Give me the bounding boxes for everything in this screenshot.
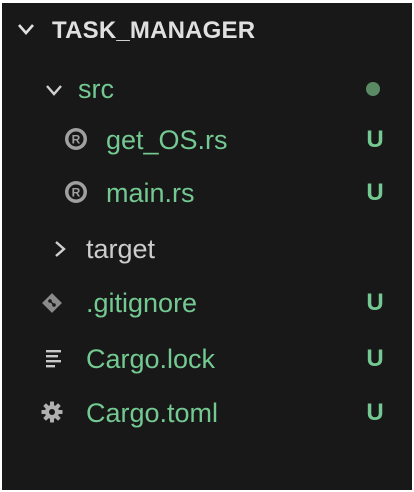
git-icon xyxy=(42,293,62,313)
project-title: TASK_MANAGER xyxy=(52,17,256,44)
gear-icon xyxy=(41,401,63,423)
untracked-badge: U xyxy=(366,126,384,153)
file-label: Cargo.lock xyxy=(86,343,216,374)
folder-target[interactable]: target xyxy=(2,222,412,276)
file-explorer: TASK_MANAGER src R get_OS.rs U R main.rs… xyxy=(2,3,412,490)
untracked-badge: U xyxy=(366,345,384,372)
rust-file-icon: R xyxy=(65,128,87,150)
file-label: main.rs xyxy=(106,177,195,208)
file-label: get_OS.rs xyxy=(106,124,228,155)
lines-icon xyxy=(46,350,61,368)
folder-label: target xyxy=(86,233,156,264)
file-main-rs[interactable]: R main.rs U xyxy=(2,166,412,220)
file-label: Cargo.toml xyxy=(86,397,219,428)
chevron-down-icon xyxy=(18,24,34,35)
untracked-badge: U xyxy=(366,399,384,426)
folder-src[interactable]: src xyxy=(2,62,412,116)
file-get-os-rs[interactable]: R get_OS.rs U xyxy=(2,113,412,167)
chevron-right-icon xyxy=(55,241,66,257)
chevron-down-icon xyxy=(46,85,62,96)
file-label: .gitignore xyxy=(86,287,198,318)
svg-text:R: R xyxy=(72,133,81,147)
untracked-badge: U xyxy=(366,289,384,316)
modified-indicator-dot xyxy=(366,82,380,96)
file-cargo-lock[interactable]: Cargo.lock U xyxy=(2,332,412,386)
folder-label: src xyxy=(78,73,114,104)
rust-file-icon: R xyxy=(65,181,87,203)
untracked-badge: U xyxy=(366,179,384,206)
file-gitignore[interactable]: .gitignore U xyxy=(2,276,412,330)
explorer-section-header[interactable]: TASK_MANAGER xyxy=(2,3,412,59)
file-cargo-toml[interactable]: Cargo.toml U xyxy=(2,386,412,440)
svg-text:R: R xyxy=(72,186,81,200)
